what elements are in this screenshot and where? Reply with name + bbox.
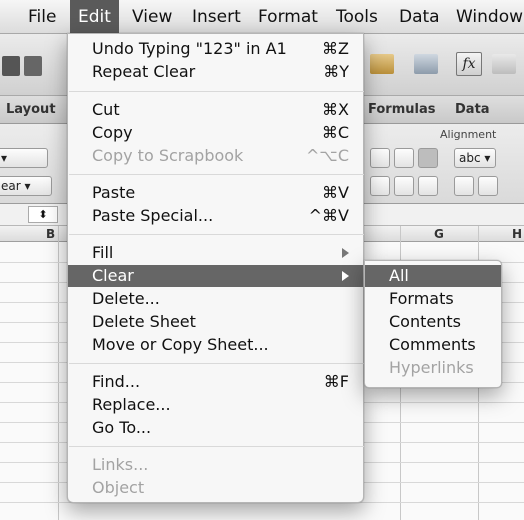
paste-shortcut: ⌘V [322,183,349,202]
paste-special-label: Paste Special... [92,206,214,225]
menu-item-move-or-copy-sheet[interactable]: Move or Copy Sheet... [68,334,363,356]
menu-item-replace[interactable]: Replace... [68,394,363,416]
menu-item-paste-special[interactable]: Paste Special... ^⌘V [68,205,363,227]
clear-fragment-label: ear [1,179,21,193]
name-box-stepper[interactable]: ⬍ [28,206,58,223]
align-left-button[interactable] [370,176,390,196]
submenu-item-formats[interactable]: Formats [365,288,501,310]
increase-indent-button[interactable] [478,176,498,196]
align-bottom-button[interactable] [418,148,438,168]
delete-label: Delete... [92,289,160,308]
menu-item-fill[interactable]: Fill [68,242,363,264]
menu-item-cut[interactable]: Cut ⌘X [68,99,363,121]
menu-item-paste[interactable]: Paste ⌘V [68,182,363,204]
alignment-group-label: Alignment [440,128,497,141]
menu-file[interactable]: File [20,0,64,34]
submenu-item-hyperlinks: Hyperlinks [365,357,501,379]
decrease-indent-button[interactable] [454,176,474,196]
function-icon[interactable]: fx [456,52,482,76]
print-icon[interactable] [24,56,42,76]
menu-separator [69,234,364,235]
goto-label: Go To... [92,418,152,437]
menu-item-repeat-clear[interactable]: Repeat Clear ⌘Y [68,61,363,83]
menu-item-object: Object [68,477,363,499]
menu-item-find[interactable]: Find... ⌘F [68,371,363,393]
wrap-text-dropdown[interactable]: abc ▾ [454,148,496,168]
menu-separator [69,446,364,447]
menu-data[interactable]: Data [391,0,448,34]
column-header-h[interactable]: H [512,226,522,242]
menu-item-copy-to-scrapbook: Copy to Scrapbook ^⌥C [68,145,363,167]
formats-label: Formats [389,289,454,308]
menu-separator [69,363,364,364]
all-label: All [389,266,409,285]
tab-formulas[interactable]: Formulas [368,96,435,124]
undo-shortcut: ⌘Z [322,39,349,58]
replace-label: Replace... [92,395,171,414]
paste-label: Paste [92,183,136,202]
tab-layout[interactable]: Layout [6,96,56,124]
paste-special-shortcut: ^⌘V [308,206,349,225]
undo-label: Undo Typing "123" in A1 [92,39,287,58]
fill-label: Fill [92,243,114,262]
submenu-arrow-icon [342,271,349,281]
copy-scrapbook-label: Copy to Scrapbook [92,146,244,165]
column-header-b[interactable]: B [46,226,55,242]
copy-shortcut: ⌘C [321,123,349,142]
submenu-arrow-icon [342,248,349,258]
contents-label: Contents [389,312,461,331]
links-label: Links... [92,455,149,474]
copy-scrapbook-shortcut: ^⌥C [305,146,349,165]
save-icon[interactable] [2,56,20,76]
menu-item-clear[interactable]: Clear [68,265,363,287]
cut-label: Cut [92,100,120,119]
repeat-label: Repeat Clear [92,62,196,81]
menu-window[interactable]: Window [448,0,524,34]
menu-item-delete-sheet[interactable]: Delete Sheet [68,311,363,333]
menu-item-go-to[interactable]: Go To... [68,417,363,439]
comments-label: Comments [389,335,476,354]
align-right-button[interactable] [418,176,438,196]
column-header-g[interactable]: G [434,226,444,242]
menu-separator [69,91,364,92]
menu-separator [69,174,364,175]
menu-item-links: Links... [68,454,363,476]
delete-sheet-label: Delete Sheet [92,312,196,331]
grid-line [58,226,59,520]
menu-view[interactable]: View [124,0,180,34]
menu-item-copy[interactable]: Copy ⌘C [68,122,363,144]
tab-data[interactable]: Data [455,96,490,124]
object-label: Object [92,478,145,497]
toolbox-icon[interactable] [492,54,516,74]
find-label: Find... [92,372,141,391]
menubar: File Edit View Insert Format Tools Data … [0,0,524,34]
menu-item-undo[interactable]: Undo Typing "123" in A1 ⌘Z [68,38,363,60]
filter-icon[interactable] [414,54,438,74]
menu-format[interactable]: Format [250,0,326,34]
font-dropdown[interactable]: ▾ [0,148,48,168]
align-top-button[interactable] [370,148,390,168]
menu-edit[interactable]: Edit [70,0,119,34]
clear-dropdown[interactable]: ear ▾ [0,176,52,196]
submenu-item-contents[interactable]: Contents [365,311,501,333]
align-middle-button[interactable] [394,148,414,168]
menu-item-delete[interactable]: Delete... [68,288,363,310]
repeat-shortcut: ⌘Y [323,62,349,81]
abc-label: abc [459,151,481,165]
clear-label: Clear [92,266,134,285]
edit-menu: Undo Typing "123" in A1 ⌘Z Repeat Clear ⌘Y… [67,33,364,503]
align-center-button[interactable] [394,176,414,196]
submenu-item-comments[interactable]: Comments [365,334,501,356]
cut-shortcut: ⌘X [322,100,349,119]
copy-label: Copy [92,123,133,142]
menu-tools[interactable]: Tools [328,0,386,34]
clear-submenu: All Formats Contents Comments Hyperlinks [364,260,502,388]
move-copy-label: Move or Copy Sheet... [92,335,269,354]
sort-icon[interactable] [370,54,394,74]
find-shortcut: ⌘F [323,372,349,391]
menu-insert[interactable]: Insert [184,0,249,34]
submenu-item-all[interactable]: All [365,265,501,287]
hyperlinks-label: Hyperlinks [389,358,474,377]
